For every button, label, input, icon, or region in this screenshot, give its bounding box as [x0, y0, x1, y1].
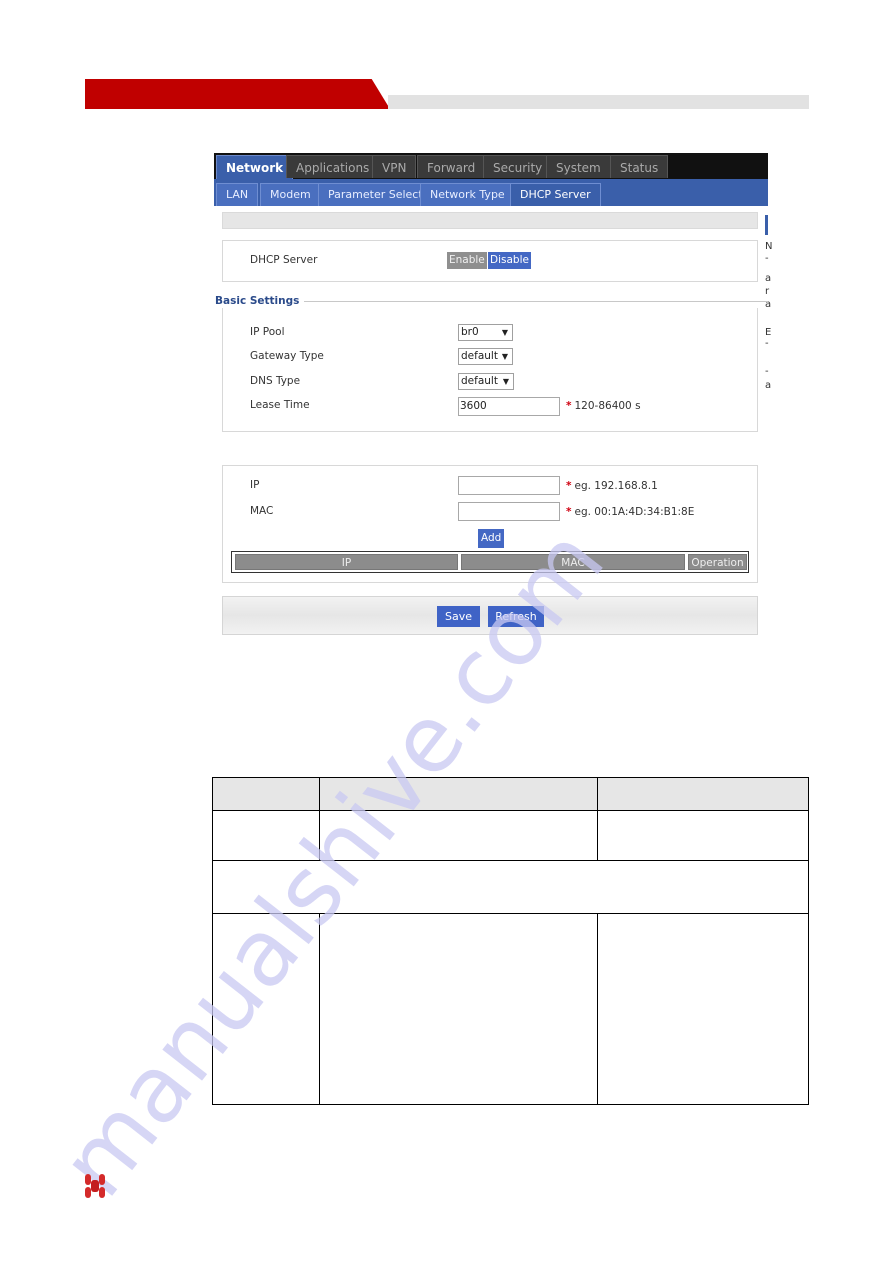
- cut-off-text: r: [765, 286, 770, 297]
- table-header-cell: [597, 777, 809, 811]
- dropdown-arrow-icon: ▼: [501, 352, 508, 361]
- ip-pool-select[interactable]: br0 ▼: [458, 324, 513, 341]
- tab-vpn[interactable]: VPN: [372, 155, 417, 178]
- dropdown-arrow-icon: ▼: [502, 377, 509, 386]
- subtab-network-type[interactable]: Network Type: [420, 183, 515, 206]
- subtab-modem[interactable]: Modem: [260, 183, 321, 206]
- required-mark: *: [566, 506, 572, 518]
- cut-off-text: a: [765, 380, 772, 391]
- table-cell: [212, 810, 320, 861]
- mac-label: MAC: [250, 505, 274, 517]
- section-title-bar: [222, 212, 758, 229]
- ip-label: IP: [250, 479, 260, 491]
- ip-hint: * eg. 192.168.8.1: [566, 480, 658, 492]
- tab-system[interactable]: System: [546, 155, 611, 178]
- mac-input[interactable]: [458, 502, 560, 521]
- router-web-ui: Network Applications VPN Forward Securit…: [212, 153, 772, 637]
- right-panel-edge: [765, 215, 768, 235]
- gateway-type-label: Gateway Type: [250, 350, 324, 362]
- ip-input[interactable]: [458, 476, 560, 495]
- table-cell: [319, 913, 598, 1105]
- binding-table: IP MAC Operation: [231, 551, 749, 573]
- tab-forward[interactable]: Forward: [417, 155, 486, 178]
- required-mark: *: [566, 400, 572, 412]
- mac-example: eg. 00:1A:4D:34:B1:8E: [574, 506, 695, 518]
- disable-button[interactable]: Disable: [488, 252, 531, 269]
- subtab-lan[interactable]: LAN: [216, 183, 259, 206]
- brand-logo-icon: [84, 1173, 106, 1199]
- table-header-cell: [319, 777, 598, 811]
- header-gray-band: [388, 95, 809, 109]
- column-header-mac: MAC: [461, 554, 685, 570]
- basic-settings-legend: Basic Settings: [215, 295, 300, 307]
- gateway-type-select[interactable]: default ▼: [458, 348, 513, 365]
- table-cell: [597, 810, 809, 861]
- cut-off-text: -: [765, 253, 769, 264]
- table-spanning-row: [212, 860, 809, 914]
- gateway-type-value: default: [461, 350, 498, 362]
- cut-off-text: -: [765, 366, 769, 377]
- column-header-operation: Operation: [688, 554, 747, 570]
- ip-pool-label: IP Pool: [250, 326, 285, 338]
- mac-hint: * eg. 00:1A:4D:34:B1:8E: [566, 506, 694, 518]
- table-cell: [212, 913, 320, 1105]
- basic-settings-panel: IP Pool br0 ▼ Gateway Type default ▼ DNS…: [222, 308, 758, 432]
- subtab-dhcp-server[interactable]: DHCP Server: [510, 183, 601, 206]
- dhcp-server-panel: DHCP Server Enable Disable: [222, 240, 758, 282]
- static-binding-panel: IP * eg. 192.168.8.1 MAC * eg. 00:1A:4D:34…: [222, 465, 758, 583]
- save-button[interactable]: Save: [437, 606, 480, 627]
- dns-type-label: DNS Type: [250, 375, 301, 387]
- table-cell: [319, 810, 598, 861]
- action-bar: Save Refresh: [222, 596, 758, 635]
- legend-divider: [304, 301, 768, 302]
- cut-off-text: a: [765, 273, 772, 284]
- tab-network[interactable]: Network: [216, 155, 294, 181]
- lease-time-range: 120-86400 s: [574, 400, 641, 412]
- tab-applications[interactable]: Applications: [286, 155, 380, 178]
- dns-type-select[interactable]: default ▼: [458, 373, 514, 390]
- dropdown-arrow-icon: ▼: [501, 328, 508, 337]
- lease-time-input[interactable]: 3600: [458, 397, 560, 416]
- add-button[interactable]: Add: [478, 529, 505, 548]
- top-navigation: Network Applications VPN Forward Securit…: [214, 153, 768, 181]
- column-header-ip: IP: [235, 554, 458, 570]
- cut-off-text: N: [765, 241, 773, 252]
- enable-button[interactable]: Enable: [447, 252, 487, 269]
- required-mark: *: [566, 480, 572, 492]
- lease-time-label: Lease Time: [250, 399, 310, 411]
- table-header-cell: [212, 777, 320, 811]
- dhcp-server-label: DHCP Server: [250, 254, 318, 266]
- tab-status[interactable]: Status: [610, 155, 669, 178]
- lease-time-hint: * 120-86400 s: [566, 400, 641, 412]
- cut-off-text: E: [765, 327, 772, 338]
- sub-navigation: LAN Modem Parameter Select Network Type …: [214, 179, 768, 206]
- ip-example: eg. 192.168.8.1: [574, 480, 658, 492]
- table-cell: [597, 913, 809, 1105]
- tab-security[interactable]: Security: [483, 155, 553, 178]
- parameter-table: [212, 777, 809, 1105]
- dns-type-value: default: [461, 375, 498, 387]
- subtab-parameter-select[interactable]: Parameter Select: [318, 183, 433, 206]
- ip-pool-value: br0: [461, 326, 479, 338]
- cut-off-text: -: [765, 338, 769, 349]
- refresh-button[interactable]: Refresh: [488, 606, 544, 627]
- header-red-band: [85, 79, 390, 109]
